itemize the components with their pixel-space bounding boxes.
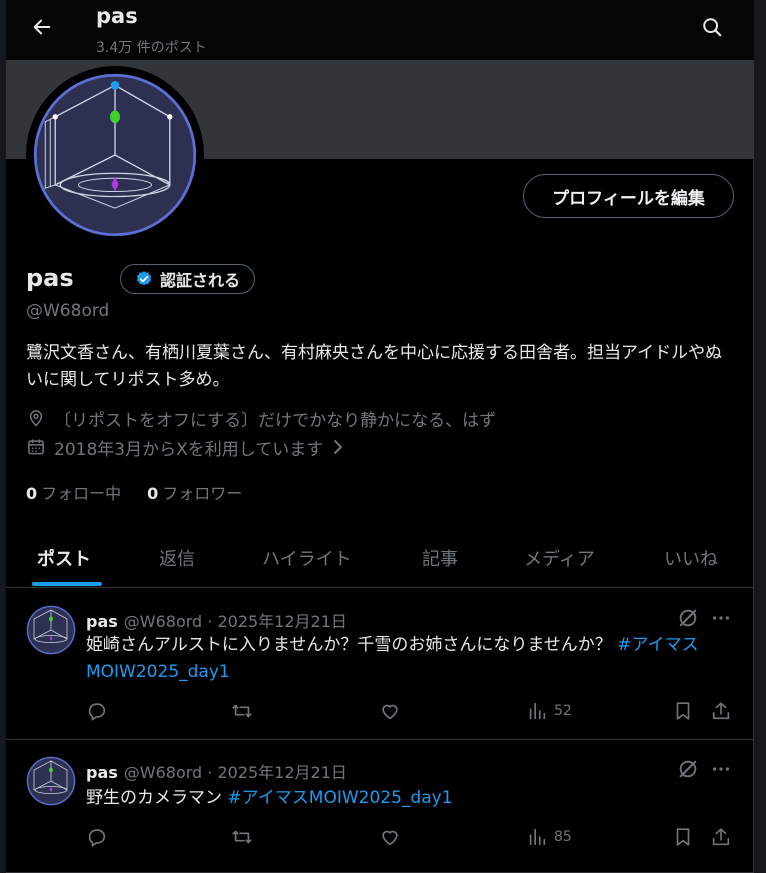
post-header: pas @W68ord · 2025年12月21日 (86, 759, 347, 783)
profile-joined[interactable]: 2018年3月からXを利用しています (26, 435, 345, 460)
post-meta[interactable]: @W68ord · 2025年12月21日 (124, 612, 347, 631)
location-text: 〔リポストをオフにする〕だけでかなり静かになる、はず (54, 410, 497, 431)
post-body: 姫崎さんアルストに入りませんか？千雪のお姉さんになりませんか？ (86, 635, 618, 655)
post-text: 野生のカメラマン #アイマスMOIW2025_day1 (86, 785, 726, 812)
edit-profile-button[interactable]: プロフィールを編集 (523, 174, 734, 218)
header-title: pas (96, 4, 138, 28)
followers-label: フォロワー (162, 484, 243, 503)
like-icon (382, 704, 398, 720)
views-count: 85 (554, 829, 572, 845)
verified-badge-icon (136, 271, 152, 286)
post-hashtag[interactable]: #アイマスMOIW2025_day1 (227, 788, 452, 808)
bookmark-button[interactable] (672, 826, 694, 848)
post-header: pas @W68ord · 2025年12月21日 (86, 608, 347, 632)
views-button[interactable]: 85 (526, 826, 572, 848)
tab-highlights[interactable]: ハイライト (262, 528, 352, 587)
post-text: 姫崎さんアルストに入りませんか？千雪のお姉さんになりませんか？ #アイマスMOI… (86, 632, 726, 686)
grok-icon[interactable] (677, 607, 699, 629)
back-button[interactable] (24, 12, 60, 42)
share-icon (712, 828, 730, 846)
get-verified-button[interactable]: 認証される (120, 264, 256, 294)
share-button[interactable] (710, 826, 732, 848)
share-button[interactable] (710, 700, 732, 722)
post-item[interactable]: pas @W68ord · 2025年12月21日 野生のカメラマン #アイマスM… (6, 740, 754, 873)
reply-button[interactable] (86, 700, 108, 722)
top-bar: pas 3.4万 件のポスト (6, 0, 754, 60)
profile-bio: 鷺沢文香さん、有栖川夏葉さん、有村麻央さんを中心に応援する田舎者。担当アイドルや… (26, 343, 723, 390)
bookmark-icon (676, 828, 690, 846)
more-icon[interactable] (710, 758, 732, 780)
post-author[interactable]: pas (86, 612, 118, 631)
profile-location: 〔リポストをオフにする〕だけでかなり静かになる、はず (26, 406, 497, 431)
header-post-count: 3.4万 件のポスト (96, 40, 207, 56)
following-label: フォロー中 (41, 484, 122, 503)
like-icon (382, 830, 398, 846)
get-verified-label: 認証される (160, 271, 241, 290)
repost-button[interactable] (231, 700, 253, 722)
tab-replies[interactable]: 返信 (159, 528, 195, 587)
share-icon (712, 702, 730, 720)
reply-icon (88, 829, 106, 847)
avatar[interactable] (32, 72, 198, 238)
reply-icon (88, 703, 106, 721)
back-arrow-icon (33, 19, 51, 35)
tab-articles[interactable]: 記事 (422, 528, 458, 587)
grok-icon[interactable] (677, 758, 699, 780)
bookmark-icon (676, 702, 690, 720)
tab-likes[interactable]: いいね (664, 528, 718, 587)
repost-icon (232, 704, 252, 718)
active-tab-indicator (32, 582, 102, 586)
right-rail (754, 0, 766, 873)
profile-tabs: ポスト 返信 ハイライト 記事 メディア いいね (6, 528, 754, 588)
followers-count: 0 (147, 484, 159, 503)
joined-text: 2018年3月からXを利用しています (54, 439, 324, 460)
like-button[interactable] (379, 700, 401, 722)
profile-name: pas (26, 264, 74, 292)
post-body: 野生のカメラマン (86, 788, 228, 808)
repost-icon (232, 830, 252, 844)
reply-button[interactable] (86, 826, 108, 848)
post-avatar[interactable] (26, 605, 76, 655)
views-button[interactable]: 52 (526, 700, 572, 722)
tab-media[interactable]: メディア (524, 528, 595, 587)
views-icon (529, 828, 546, 846)
chevron-right-icon (334, 440, 343, 454)
bookmark-button[interactable] (672, 700, 694, 722)
post-avatar[interactable] (26, 756, 76, 806)
views-icon (529, 702, 546, 720)
views-count: 52 (554, 703, 572, 719)
calendar-icon (28, 439, 44, 455)
profile-handle: @W68ord (26, 301, 110, 321)
location-icon (29, 410, 43, 427)
like-button[interactable] (379, 826, 401, 848)
post-item[interactable]: pas @W68ord · 2025年12月21日 姫崎さんアルストに入りませんか… (6, 589, 754, 740)
search-icon (703, 18, 722, 37)
tab-posts[interactable]: ポスト (37, 528, 91, 587)
profile-column: pas 3.4万 件のポスト プロフィールを編集 pas 認証される @W68o… (6, 0, 754, 873)
repost-button[interactable] (231, 826, 253, 848)
more-icon[interactable] (710, 607, 732, 629)
follow-stats: 0 フォロー中 0 フォロワー (26, 480, 242, 504)
followers-link[interactable]: 0 フォロワー (147, 480, 242, 504)
following-count: 0 (26, 484, 38, 503)
following-link[interactable]: 0 フォロー中 (26, 480, 121, 504)
search-button[interactable] (694, 12, 730, 42)
post-author[interactable]: pas (86, 763, 118, 782)
post-meta[interactable]: @W68ord · 2025年12月21日 (124, 763, 347, 782)
